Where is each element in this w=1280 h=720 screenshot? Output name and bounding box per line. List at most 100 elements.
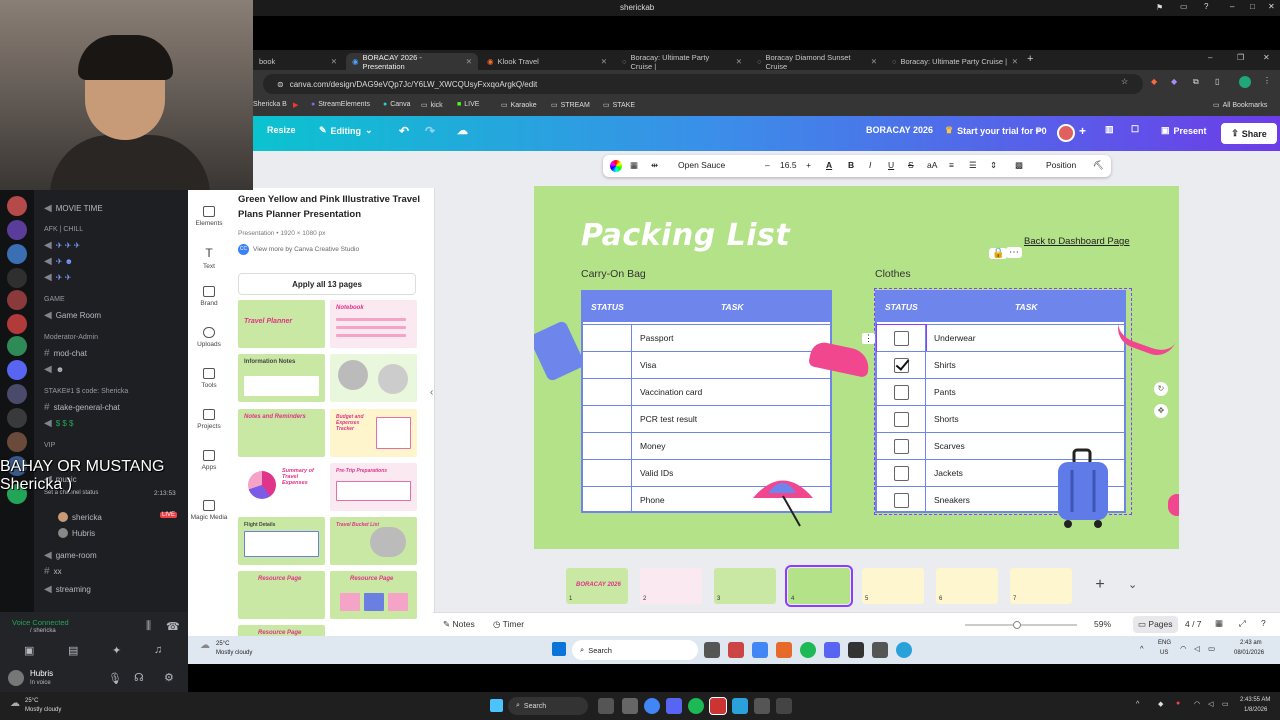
drag-handle-icon[interactable]: ⋮	[862, 333, 875, 344]
tray-app-icon[interactable]: ●	[1176, 700, 1180, 707]
share-button[interactable]: ⇪ Share	[1221, 123, 1277, 144]
document-title[interactable]: BORACAY 2026	[866, 125, 933, 135]
extension-icon[interactable]: ◆	[1171, 77, 1177, 86]
spotify-icon[interactable]	[688, 698, 704, 714]
task-text[interactable]: Vaccination card	[640, 387, 702, 397]
table-row[interactable]: PCR test result	[583, 405, 830, 432]
task-text[interactable]: Passport	[640, 333, 674, 343]
timer-button[interactable]: ◷ Timer	[493, 619, 524, 630]
task-text[interactable]: Sneakers	[934, 495, 970, 505]
channel-category[interactable]: STAKE#1 $ code: Shericka	[44, 388, 128, 395]
task-text[interactable]: Money	[640, 441, 666, 451]
align-icon[interactable]: ≡	[949, 160, 954, 170]
server-icon[interactable]	[7, 384, 27, 404]
server-icon[interactable]	[7, 360, 27, 380]
taskbar-app-icon[interactable]	[848, 642, 864, 658]
taskbar-app-icon[interactable]	[598, 698, 614, 714]
close-window-icon[interactable]: ✕	[1263, 53, 1270, 62]
channel-item[interactable]: ◀ game-room	[44, 550, 97, 561]
help-icon[interactable]: ?	[1261, 618, 1266, 628]
taskbar-search[interactable]: ⌕ Search	[508, 697, 588, 715]
rail-tools[interactable]: Tools	[188, 368, 230, 389]
chrome-icon[interactable]	[752, 642, 768, 658]
weather-temp[interactable]: 25°C	[25, 698, 38, 704]
windows-start-icon[interactable]	[552, 642, 566, 656]
bookmark-star-icon[interactable]: ☆	[1121, 77, 1128, 86]
channel-item[interactable]: ◀ MOVIE TIME	[44, 203, 103, 214]
browser-tab[interactable]: ◌ Boracay Diamond Sunset Cruise ✕	[751, 53, 883, 71]
status-cell[interactable]	[876, 324, 927, 352]
rail-elements[interactable]: Elements	[188, 206, 230, 227]
wifi-icon[interactable]: ◠	[1180, 644, 1187, 653]
checkbox[interactable]	[894, 331, 909, 346]
paint-format-icon[interactable]: ⛏	[1093, 160, 1104, 171]
taskbar-app-icon[interactable]	[754, 698, 770, 714]
file-explorer-icon[interactable]	[622, 698, 638, 714]
soundboard-icon[interactable]: ♫	[154, 644, 162, 656]
move-handle-icon[interactable]: ✥	[1154, 404, 1168, 418]
minimize-icon[interactable]: –	[1230, 2, 1234, 11]
analytics-icon[interactable]: ▥	[1105, 124, 1114, 135]
obs-icon[interactable]	[709, 697, 727, 715]
bookmark[interactable]: ▭ STAKE	[603, 101, 635, 110]
clock-time[interactable]: 2:43:55 AM	[1240, 697, 1270, 703]
checkbox-checked[interactable]	[894, 358, 909, 373]
browser-tab[interactable]: ◌ Boracay: Ultimate Party Cruise | ✕	[886, 53, 1024, 70]
rail-uploads[interactable]: Uploads	[188, 327, 230, 348]
bookmark[interactable]: ▶	[293, 101, 298, 109]
close-tab-icon[interactable]: ✕	[871, 57, 877, 66]
pages-button[interactable]: ▭ Pages	[1133, 616, 1178, 633]
status-cell[interactable]	[583, 433, 632, 459]
channel-item[interactable]: # stake-general-chat	[44, 402, 120, 413]
template-thumbnail[interactable]: Resource Page	[330, 571, 417, 619]
resize-button[interactable]: Resize	[267, 125, 296, 135]
task-text[interactable]: Jackets	[934, 468, 963, 478]
status-cell[interactable]	[583, 406, 632, 432]
grid-view-icon[interactable]: ▦	[1215, 618, 1223, 629]
discord-icon[interactable]	[824, 642, 840, 658]
site-info-icon[interactable]: ⊜	[277, 80, 284, 89]
bookmark[interactable]: ▭ STREAM	[551, 101, 590, 110]
zoom-slider-handle[interactable]	[1013, 621, 1021, 629]
status-cell[interactable]	[877, 379, 926, 405]
telegram-icon[interactable]	[896, 642, 912, 658]
italic-icon[interactable]: I	[869, 160, 871, 170]
page-thumbnail-active[interactable]: 4	[785, 565, 853, 607]
spotify-icon[interactable]	[800, 642, 816, 658]
rail-projects[interactable]: Projects	[188, 409, 230, 430]
template-thumbnail[interactable]: Pre-Trip Preparations	[330, 463, 417, 511]
channel-category[interactable]: VIP	[44, 442, 55, 449]
extension-icon[interactable]: ◆	[1151, 77, 1157, 86]
zoom-slider[interactable]	[965, 624, 1077, 626]
text-color-icon[interactable]: A	[826, 160, 832, 170]
help-icon[interactable]: ?	[1204, 2, 1208, 11]
channel-item[interactable]: # mod-chat	[44, 348, 87, 359]
apply-all-pages-button[interactable]: Apply all 13 pages	[238, 273, 416, 295]
rail-magic-media[interactable]: Magic Media	[188, 500, 230, 521]
status-cell[interactable]	[877, 352, 926, 378]
table-row[interactable]: Shorts	[877, 405, 1124, 432]
template-thumbnail[interactable]	[330, 354, 417, 402]
weather-temp[interactable]: 25°C	[216, 641, 229, 647]
disconnect-icon[interactable]: ☎	[166, 620, 180, 633]
status-cell[interactable]	[877, 406, 926, 432]
server-icon[interactable]	[7, 336, 27, 356]
clock-date[interactable]: 08/01/2026	[1234, 650, 1264, 656]
increase-size-icon[interactable]: +	[806, 160, 811, 170]
volume-icon[interactable]: ◁	[1194, 644, 1200, 653]
bold-icon[interactable]: B	[848, 160, 854, 170]
extensions-icon[interactable]: ⧉	[1193, 77, 1199, 87]
taskbar-app-icon[interactable]	[872, 642, 888, 658]
channel-item[interactable]: # xx	[44, 566, 62, 577]
underline-icon[interactable]: U	[888, 160, 894, 170]
voice-member[interactable]: shericka	[58, 512, 102, 522]
fullscreen-icon[interactable]: ⤢	[1239, 618, 1246, 629]
table-row[interactable]: Shirts	[877, 351, 1124, 378]
volume-icon[interactable]: ◁	[1208, 700, 1213, 708]
template-thumbnail[interactable]: Summary of Travel Expenses	[238, 463, 325, 511]
rotate-handle-icon[interactable]: ↻	[1154, 382, 1168, 396]
checkbox[interactable]	[894, 466, 909, 481]
task-text[interactable]: Underwear	[934, 333, 976, 343]
clock-time[interactable]: 2:43 am	[1240, 640, 1262, 646]
template-thumbnail[interactable]: Resource Page	[238, 625, 325, 636]
